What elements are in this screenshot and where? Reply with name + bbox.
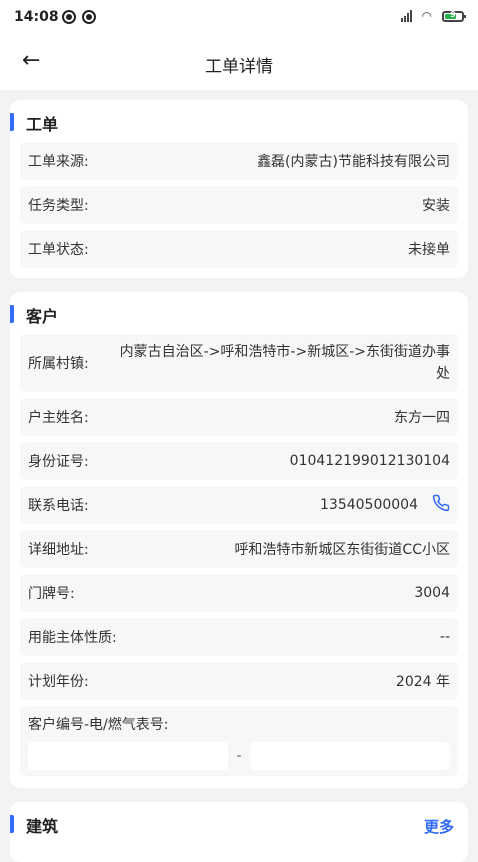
customer-number-input[interactable] [28, 742, 229, 770]
phone-value: 13540500004 [320, 497, 418, 513]
page-title: 工单详情 [205, 57, 273, 77]
page-content: 工单 工单来源: 鑫磊(内蒙古)节能科技有限公司 任务类型: 安装 工单状态: … [0, 90, 478, 862]
task-type-label: 任务类型: [28, 198, 89, 214]
order-status-value: 未接单 [408, 242, 450, 258]
order-card: 工单 工单来源: 鑫磊(内蒙古)节能科技有限公司 任务类型: 安装 工单状态: … [10, 100, 468, 278]
notification-icon [82, 10, 96, 24]
village-value: 内蒙古自治区->呼和浩特市->新城区->东街街道办事处 [119, 344, 450, 382]
address-label: 详细地址: [28, 542, 89, 558]
meter-separator: - [236, 748, 242, 764]
plan-year-value: 2024 年 [395, 674, 450, 690]
door-number-label: 门牌号: [28, 586, 75, 602]
owner-name-row: 户主姓名: 东方一四 [20, 398, 458, 436]
building-card: 建筑 更多 [10, 802, 468, 862]
meter-number-label: 客户编号-电/燃气表号: [28, 717, 169, 733]
order-section-header: 工单 [10, 110, 458, 136]
id-number-row: 身份证号: 010412199012130104 [20, 442, 458, 480]
battery-icon: 9 [442, 10, 466, 22]
task-type-row: 任务类型: 安装 [20, 186, 458, 224]
phone-icon[interactable] [432, 494, 450, 517]
door-number-value: 3004 [414, 585, 450, 601]
building-section-title: 建筑 [26, 817, 59, 836]
notification-icon [62, 10, 76, 24]
customer-section-header: 客户 [10, 302, 458, 328]
owner-name-value: 东方一四 [394, 410, 450, 426]
order-status-row: 工单状态: 未接单 [20, 230, 458, 268]
section-accent-bar [10, 305, 14, 323]
plan-year-label: 计划年份: [28, 674, 89, 690]
top-nav-bar: ← 工单详情 [0, 36, 478, 90]
status-bar: 14:08 ◠ 9 [0, 0, 478, 36]
phone-label: 联系电话: [28, 498, 89, 514]
status-time: 14:08 [14, 9, 59, 25]
wifi-icon: ◠ [421, 9, 432, 23]
more-link[interactable]: 更多 [424, 816, 454, 837]
meter-inputs: - [28, 742, 450, 770]
building-section-header: 建筑 更多 [10, 812, 458, 838]
energy-nature-value: -- [439, 629, 450, 645]
phone-row: 联系电话: 13540500004 [20, 486, 458, 524]
signal-icon [400, 10, 412, 22]
order-source-label: 工单来源: [28, 154, 89, 170]
section-accent-bar [10, 113, 14, 131]
id-number-label: 身份证号: [28, 454, 89, 470]
meter-number-input[interactable] [249, 742, 450, 770]
owner-name-label: 户主姓名: [28, 410, 89, 426]
phone-group: 13540500004 [320, 494, 450, 517]
task-type-value: 安装 [422, 198, 450, 214]
meter-number-block: 客户编号-电/燃气表号: - [20, 706, 458, 776]
customer-card: 客户 所属村镇: 内蒙古自治区->呼和浩特市->新城区->东街街道办事处 户主姓… [10, 292, 468, 788]
order-source-row: 工单来源: 鑫磊(内蒙古)节能科技有限公司 [20, 142, 458, 180]
village-label: 所属村镇: [28, 356, 89, 372]
address-row: 详细地址: 呼和浩特市新城区东街街道CC小区 [20, 530, 458, 568]
order-status-label: 工单状态: [28, 242, 89, 258]
plan-year-row: 计划年份: 2024 年 [20, 662, 458, 700]
customer-section-title: 客户 [26, 307, 59, 326]
order-section-title: 工单 [26, 115, 59, 134]
door-number-row: 门牌号: 3004 [20, 574, 458, 612]
address-value: 呼和浩特市新城区东街街道CC小区 [234, 542, 450, 558]
order-source-value: 鑫磊(内蒙古)节能科技有限公司 [257, 154, 450, 170]
id-number-value: 010412199012130104 [289, 453, 450, 469]
village-row: 所属村镇: 内蒙古自治区->呼和浩特市->新城区->东街街道办事处 [20, 334, 458, 392]
energy-nature-row: 用能主体性质: -- [20, 618, 458, 656]
energy-nature-label: 用能主体性质: [28, 630, 117, 646]
section-accent-bar [10, 815, 14, 833]
